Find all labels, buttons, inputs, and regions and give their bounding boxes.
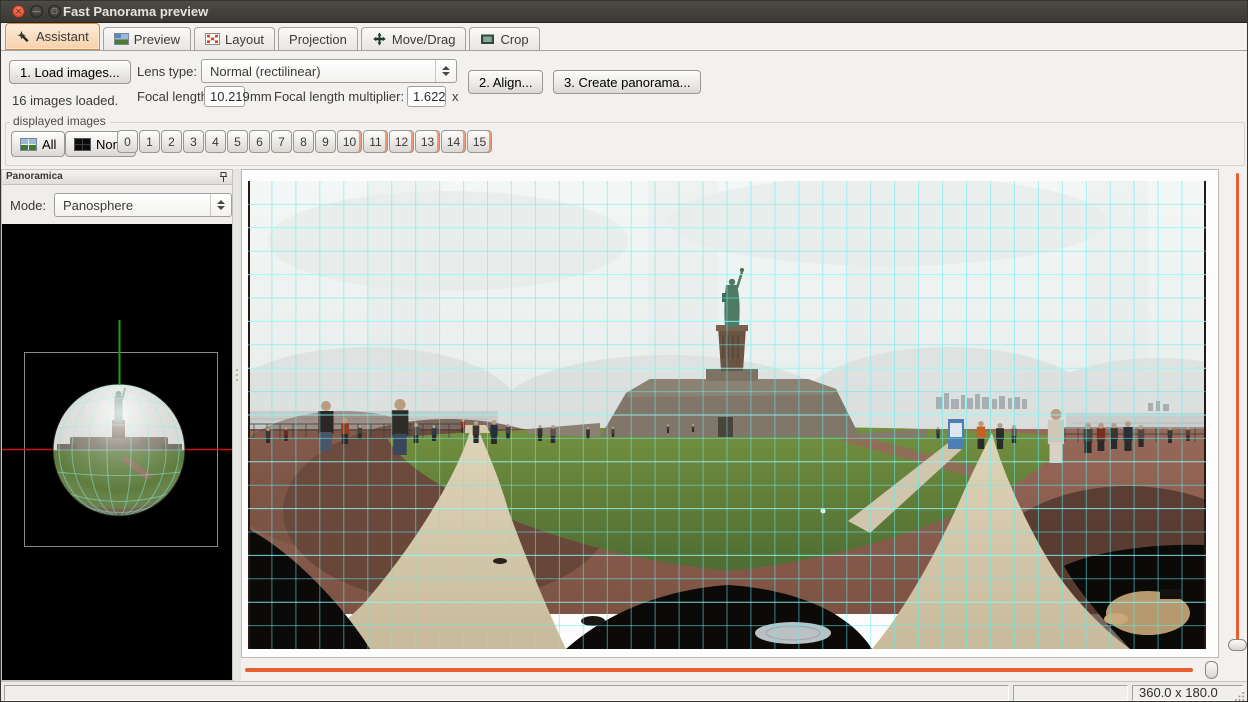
status-bar: 360.0 x 180.0	[1, 681, 1247, 702]
image-toggle-button[interactable]: 12	[389, 130, 414, 153]
spinner-arrows-icon	[210, 194, 231, 216]
focal-length-label: Focal length:	[137, 89, 211, 104]
panel-splitter[interactable]	[233, 169, 241, 681]
move-drag-icon	[372, 32, 387, 46]
panel-header[interactable]: Panoramica	[2, 170, 232, 185]
tab-projection[interactable]: Projection	[278, 27, 358, 50]
horizontal-slider-track[interactable]	[245, 668, 1193, 672]
layout-icon	[205, 32, 220, 46]
tab-label: Layout	[225, 32, 264, 47]
tab-assistant[interactable]: Assistant	[5, 23, 100, 50]
create-panorama-button[interactable]: 3. Create panorama...	[553, 70, 701, 94]
tab-label: Crop	[500, 32, 528, 47]
image-toggle-button[interactable]: 13	[415, 130, 440, 153]
preview-icon	[114, 32, 129, 46]
panorama-preview-image	[248, 181, 1206, 649]
image-toggle-button[interactable]: 3	[183, 130, 204, 153]
app-window: ✕ — ▢ Fast Panorama preview Assistant Pr…	[0, 0, 1248, 702]
panosphere-panel: Panoramica Mode: Panosphere	[1, 169, 233, 681]
vertical-slider-track[interactable]	[1236, 173, 1239, 651]
tab-label: Move/Drag	[392, 32, 456, 47]
image-toggle-button[interactable]: 5	[227, 130, 248, 153]
focal-multiplier-field[interactable]: 1.622	[407, 86, 446, 107]
spinner-arrows-icon	[435, 60, 456, 82]
titlebar: ✕ — ▢ Fast Panorama preview	[1, 1, 1247, 23]
lens-type-select[interactable]: Normal (rectilinear)	[201, 59, 457, 83]
image-toggle-button[interactable]: 7	[271, 130, 292, 153]
mode-label: Mode:	[10, 198, 46, 213]
panosphere-view[interactable]	[2, 224, 232, 680]
tab-preview[interactable]: Preview	[103, 27, 191, 50]
all-images-icon	[20, 138, 37, 151]
status-secondary-field	[1013, 685, 1128, 701]
tab-move-drag[interactable]: Move/Drag	[361, 27, 467, 50]
focal-multiplier-label: Focal length multiplier:	[274, 89, 404, 104]
no-images-icon	[74, 138, 91, 151]
mode-row: Mode: Panosphere	[2, 185, 232, 224]
focal-length-unit: mm	[250, 89, 272, 104]
tab-label: Assistant	[36, 29, 89, 44]
image-toggle-button[interactable]: 2	[161, 130, 182, 153]
lens-type-value: Normal (rectilinear)	[210, 64, 321, 79]
image-toggle-button[interactable]: 14	[441, 130, 466, 153]
tab-bar: Assistant Preview Layout Projection Move…	[1, 23, 1247, 51]
focal-multiplier-unit: x	[452, 89, 459, 104]
resize-grip[interactable]	[1235, 691, 1245, 701]
image-toggle-buttons: 0123456789101112131415	[117, 130, 493, 153]
vertical-fov-slider[interactable]	[1223, 169, 1248, 658]
assistant-wand-icon	[16, 30, 31, 44]
image-toggle-button[interactable]: 6	[249, 130, 270, 153]
lens-type-label: Lens type:	[137, 64, 197, 79]
image-toggle-button[interactable]: 11	[363, 130, 388, 153]
status-message-field	[4, 685, 1009, 701]
focal-length-field[interactable]: 10.219	[204, 86, 245, 107]
tab-label: Preview	[134, 32, 180, 47]
image-toggle-button[interactable]: 9	[315, 130, 336, 153]
tab-layout[interactable]: Layout	[194, 27, 275, 50]
projection-grid	[248, 181, 1206, 649]
image-toggle-button[interactable]: 4	[205, 130, 226, 153]
all-button-label: All	[42, 137, 56, 152]
load-images-button[interactable]: 1. Load images...	[9, 60, 131, 84]
horizontal-slider-handle[interactable]	[1205, 661, 1218, 679]
tab-label: Projection	[289, 32, 347, 47]
displayed-images-label: displayed images	[9, 114, 110, 128]
images-loaded-text: 16 images loaded.	[12, 93, 118, 108]
image-toggle-button[interactable]: 10	[337, 130, 362, 153]
horizontal-fov-slider[interactable]	[241, 659, 1219, 681]
image-toggle-button[interactable]: 15	[467, 130, 492, 153]
canvas-size-field: 360.0 x 180.0	[1132, 685, 1243, 701]
image-toggle-button[interactable]: 1	[139, 130, 160, 153]
panel-title: Panoramica	[6, 171, 63, 182]
panorama-canvas[interactable]	[241, 169, 1219, 658]
pin-icon[interactable]	[219, 172, 228, 186]
mode-value: Panosphere	[63, 198, 133, 213]
vertical-slider-handle[interactable]	[1228, 639, 1247, 651]
window-title: Fast Panorama preview	[63, 4, 208, 19]
close-icon[interactable]: ✕	[12, 5, 25, 18]
image-toggle-button[interactable]: 0	[117, 130, 138, 153]
mode-select[interactable]: Panosphere	[54, 193, 232, 217]
image-toggle-button[interactable]: 8	[293, 130, 314, 153]
maximize-icon[interactable]: ▢	[48, 5, 61, 18]
tab-crop[interactable]: Crop	[469, 27, 539, 50]
crop-icon	[480, 32, 495, 46]
show-all-button[interactable]: All	[11, 131, 65, 157]
align-button[interactable]: 2. Align...	[468, 70, 543, 94]
minimize-icon[interactable]: —	[30, 5, 43, 18]
